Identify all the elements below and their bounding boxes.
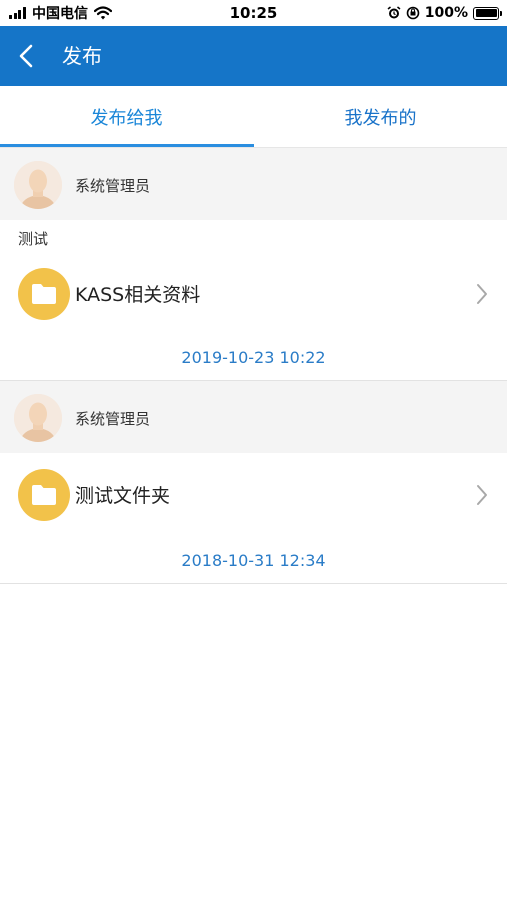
chevron-right-icon (477, 284, 487, 304)
nav-bar: 发布 (0, 26, 507, 86)
folder-row[interactable]: 测试文件夹 (0, 465, 507, 525)
active-tab-indicator (0, 144, 254, 147)
page-title: 发布 (62, 44, 102, 68)
status-right: 100% (387, 4, 502, 22)
card-header: 系统管理员 (0, 381, 507, 453)
tab-bar: 发布给我 我发布的 (0, 86, 507, 148)
chevron-left-icon (19, 44, 33, 68)
folder-badge (18, 469, 70, 521)
tab-published-to-me[interactable]: 发布给我 (0, 86, 253, 148)
battery-percent: 100% (424, 5, 468, 21)
user-avatar-icon (14, 161, 62, 209)
folder-icon (32, 284, 56, 304)
item-date: 2019-10-23 10:22 (181, 348, 326, 367)
item-note: 测试 (18, 230, 49, 248)
alarm-icon (387, 6, 401, 19)
folder-name: 测试文件夹 (75, 485, 171, 507)
card-header: 系统管理员 (0, 148, 507, 220)
list-item: 系统管理员 测试 KASS相关资料 2019-10-23 10:22 (0, 148, 507, 381)
folder-badge (18, 268, 70, 320)
list-item: 系统管理员 测试文件夹 2018-10-31 12:34 (0, 381, 507, 584)
divider (0, 583, 507, 584)
sender-name: 系统管理员 (75, 410, 151, 428)
battery-icon (473, 6, 502, 20)
folder-icon (32, 485, 56, 505)
sender-name: 系统管理员 (75, 177, 151, 195)
lock-rotation-icon (406, 6, 420, 20)
status-bar: 中国电信 10:25 100% (0, 0, 507, 26)
chevron-right-icon (477, 485, 487, 505)
folder-name: KASS相关资料 (75, 284, 201, 306)
item-date: 2018-10-31 12:34 (181, 551, 326, 570)
tab-published-by-me[interactable]: 我发布的 (254, 86, 507, 148)
folder-row[interactable]: KASS相关资料 (0, 264, 507, 324)
back-button[interactable] (8, 36, 44, 76)
user-avatar-icon (14, 394, 62, 442)
